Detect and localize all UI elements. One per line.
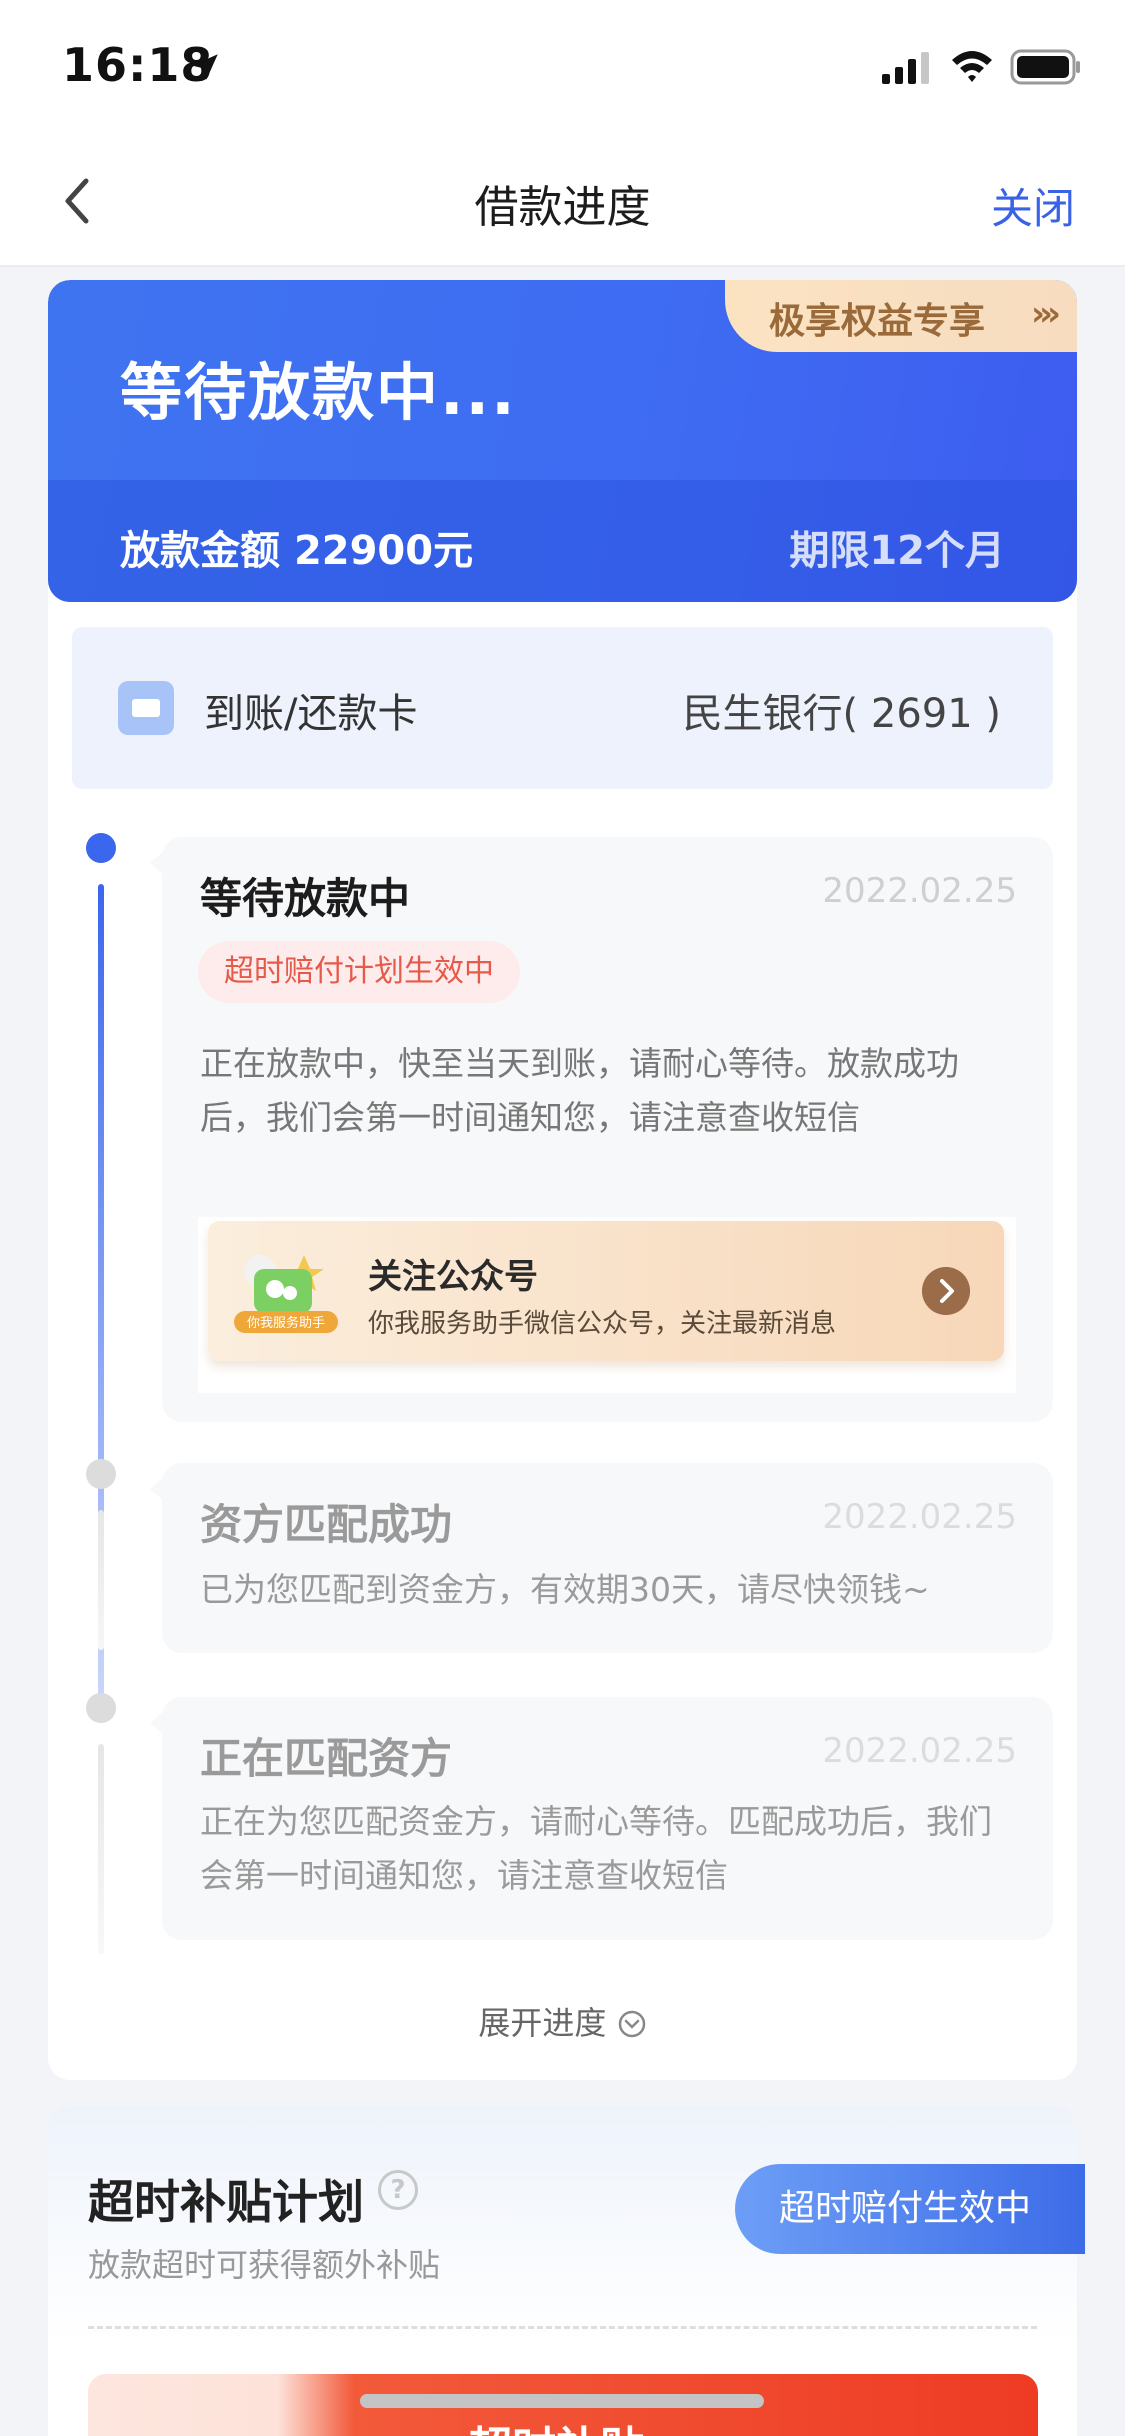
- chevron-right-icon[interactable]: [922, 1267, 970, 1315]
- timeline-date: 2022.02.25: [822, 871, 1017, 911]
- subsidy-title: 超时补贴计划: [88, 2175, 364, 2229]
- timeline-title: 正在匹配资方: [200, 1734, 453, 1783]
- screen: 16:18 借款进度 关闭 等待放款中... 放款金额 22900元 期限12个…: [0, 0, 1125, 2436]
- timeline-dot-active: [86, 833, 116, 863]
- wechat-logo-text: 你我服务助手: [247, 1315, 325, 1331]
- status-bar: 16:18: [0, 0, 1125, 135]
- timeline-date: 2022.02.25: [822, 1497, 1017, 1537]
- wechat-banner-body: 你我服务助手 关注公众号 你我服务助手微信公众号，关注最新消息: [208, 1221, 1004, 1361]
- cellular-signal-icon: [882, 52, 929, 84]
- triple-chevron-icon: ›››: [1030, 294, 1061, 334]
- amount-value: 22900元: [293, 528, 474, 574]
- loan-status-title: 等待放款中...: [120, 356, 517, 429]
- timeline-description: 已为您匹配到资金方，有效期30天，请尽快领钱~: [200, 1570, 930, 1609]
- repayment-card-label: 到账/还款卡: [204, 691, 418, 737]
- subsidy-banner-text: 超时补贴: [468, 2412, 644, 2436]
- benefits-tag-label: 极享权益专享: [769, 301, 986, 342]
- dashed-divider: [88, 2326, 1037, 2329]
- subsidy-description: 放款超时可获得额外补贴: [88, 2246, 441, 2284]
- timeline-date: 2022.02.25: [822, 1731, 1017, 1771]
- timeline-item: 等待放款中 2022.02.25 超时赔付计划生效中 正在放款中，快至当天到账，…: [150, 837, 1053, 1422]
- repayment-card-row[interactable]: 到账/还款卡 民生银行( 2691 ): [72, 627, 1053, 789]
- timeline-title: 资方匹配成功: [200, 1500, 453, 1549]
- bank-card-icon: [118, 681, 174, 735]
- timeline-dot: [86, 1459, 116, 1489]
- chevron-down-circle-icon: [618, 2010, 645, 2038]
- disbursement-amount: 放款金额 22900元: [120, 518, 473, 576]
- timeline-description: 正在为您匹配资金方，请耐心等待。匹配成功后，我们会第一时间通知您，请注意查收短信: [200, 1802, 992, 1895]
- timeline-description: 正在放款中，快至当天到账，请耐心等待。放款成功后，我们会第一时间通知您，请注意查…: [200, 1044, 959, 1137]
- benefits-tag[interactable]: 极享权益专享 ›››: [725, 280, 1077, 352]
- loan-term: 期限12个月: [789, 528, 1005, 574]
- timeline-item: 资方匹配成功 2022.02.25 已为您匹配到资金方，有效期30天，请尽快领钱…: [150, 1463, 1053, 1653]
- amount-label: 放款金额: [120, 528, 280, 574]
- wechat-assistant-logo: 你我服务助手: [234, 1255, 338, 1333]
- timeline-dot: [86, 1693, 116, 1723]
- wechat-subtitle: 你我服务助手微信公众号，关注最新消息: [368, 1309, 837, 1339]
- expand-progress-label: 展开进度: [478, 2004, 607, 2042]
- repayment-card-value: 民生银行( 2691 ): [682, 691, 1001, 737]
- page-title: 借款进度: [474, 182, 651, 233]
- close-button[interactable]: 关闭: [991, 175, 1075, 236]
- compensation-badge: 超时赔付计划生效中: [198, 941, 520, 1003]
- timeline-item: 正在匹配资方 2022.02.25 正在为您匹配资金方，请耐心等待。匹配成功后，…: [150, 1697, 1053, 1940]
- timeline-title: 等待放款中: [200, 874, 411, 923]
- location-arrow-icon: [192, 54, 218, 80]
- battery-icon: [1010, 49, 1080, 85]
- expand-progress-button[interactable]: 展开进度: [48, 1998, 1077, 2044]
- timeline-line: [98, 1744, 104, 1954]
- timeline-line: [98, 1510, 104, 1650]
- loan-status-hero: 等待放款中... 放款金额 22900元 期限12个月 极享权益专享 ›››: [48, 280, 1077, 602]
- wechat-title: 关注公众号: [368, 1257, 538, 1297]
- progress-card: 等待放款中... 放款金额 22900元 期限12个月 极享权益专享 ››› 到…: [48, 280, 1077, 2080]
- navigation-bar: 借款进度 关闭: [0, 135, 1125, 267]
- subsidy-status-badge[interactable]: 超时赔付生效中: [735, 2164, 1085, 2254]
- wechat-follow-banner[interactable]: 你我服务助手 关注公众号 你我服务助手微信公众号，关注最新消息: [198, 1217, 1016, 1393]
- home-indicator[interactable]: [360, 2394, 764, 2408]
- wifi-icon: [952, 51, 992, 82]
- help-icon[interactable]: ?: [378, 2170, 418, 2210]
- subsidy-plan-card: 超时补贴计划 ? 放款超时可获得额外补贴 超时赔付生效中 超时补贴: [48, 2106, 1085, 2436]
